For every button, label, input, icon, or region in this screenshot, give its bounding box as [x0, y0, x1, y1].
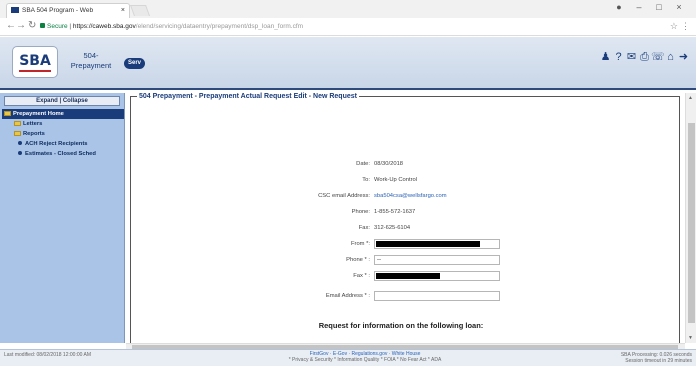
sidebar-item-label: Prepayment Home: [13, 111, 64, 117]
email-input-label: Email Address * :: [325, 293, 370, 299]
app-name: 504- Prepayment: [58, 51, 124, 71]
app-name-line2: Prepayment: [70, 61, 112, 70]
date-label: Date:: [356, 161, 370, 167]
user-icon[interactable]: ♟: [599, 50, 612, 63]
bullet-icon: [18, 151, 22, 156]
account-icon[interactable]: ●: [610, 2, 630, 12]
sidebar-item-ach-reject-recipients[interactable]: ACH Reject Recipients: [2, 139, 124, 149]
bullet-icon: [18, 141, 22, 146]
sidebar-item-prepayment-home[interactable]: Prepayment Home: [2, 109, 124, 119]
scroll-up-icon[interactable]: ▲: [688, 95, 693, 101]
scroll-thumb[interactable]: [688, 123, 695, 323]
form-legend: 504 Prepayment - Prepayment Actual Reque…: [139, 93, 357, 100]
phone-input[interactable]: --: [374, 255, 500, 265]
footer-status: SBA Processing: 0.026 seconds Session ti…: [621, 352, 692, 364]
session-timeout: Session timeout in 29 minutes: [625, 358, 692, 364]
close-icon[interactable]: ×: [670, 2, 690, 12]
email-input-row: Email Address * :: [126, 291, 676, 301]
to-label: To:: [362, 177, 370, 183]
fax-input[interactable]: [374, 271, 500, 281]
phone-value: 1-855-572-1637: [374, 209, 416, 215]
print-icon[interactable]: ⎙: [638, 51, 651, 64]
fax-row: Fax: 312-625-6104: [126, 223, 676, 233]
browser-titlebar: SBA 504 Program - Web × ● – □ ×: [0, 0, 696, 18]
lock-icon: [40, 23, 45, 28]
url-host: https://caweb.sba.gov: [72, 23, 136, 30]
tab-close-icon[interactable]: ×: [121, 4, 125, 18]
sba-favicon-icon: [11, 7, 19, 14]
app-header: SBA 504- Prepayment Serv ♟? ✉ ⎙ ☏ ⌂ ➜: [0, 37, 696, 90]
csc-email-link[interactable]: sba504csa@wellsfargo.com: [374, 191, 447, 201]
browser-toolbar: ← → ↻ Secure | https://caweb.sba.gov/ele…: [0, 18, 696, 36]
to-row: To: Work-Up Control: [126, 175, 676, 185]
folder-icon: [4, 110, 11, 116]
help-icon[interactable]: ?: [612, 51, 625, 63]
address-bar[interactable]: Secure | https://caweb.sba.gov/elend/ser…: [40, 20, 600, 34]
sidebar-item-label: Reports: [23, 131, 45, 137]
forward-arrow-icon[interactable]: →: [16, 20, 26, 31]
sidebar-item-label: ACH Reject Recipients: [25, 141, 88, 147]
minimize-icon[interactable]: –: [630, 2, 650, 12]
app-name-line1: 504-: [83, 51, 99, 60]
nav-tree: Prepayment Home Letters Reports ACH Reje…: [2, 109, 124, 159]
logout-icon[interactable]: ➜: [677, 50, 690, 63]
header-icon-bar: ♟? ✉ ⎙ ☏ ⌂ ➜: [599, 50, 690, 64]
request-fieldset: 504 Prepayment - Prepayment Actual Reque…: [130, 93, 680, 343]
last-modified-text: Last modified: 08/02/2018 12:00:00 AM: [4, 352, 92, 358]
secure-label: Secure: [47, 23, 68, 30]
window-controls: ● – □ ×: [610, 2, 690, 12]
folder-icon: [14, 120, 21, 126]
vertical-scrollbar[interactable]: ▲ ▼: [685, 93, 696, 343]
folder-icon: [14, 130, 21, 136]
expand-link[interactable]: Expand: [36, 98, 58, 104]
redacted-block: [376, 241, 480, 247]
phone-row: Phone: 1-855-572-1637: [126, 207, 676, 217]
phone-icon[interactable]: ☏: [651, 50, 665, 63]
to-value: Work-Up Control: [374, 177, 418, 183]
browser-menu-icon[interactable]: ⋮: [681, 21, 690, 32]
new-tab-button[interactable]: [129, 5, 151, 16]
bookmark-star-icon[interactable]: ☆: [670, 21, 678, 32]
sidebar-item-estimates-closed-sched[interactable]: Estimates - Closed Sched: [2, 149, 124, 159]
maximize-icon[interactable]: □: [650, 2, 670, 12]
fax-value: 312-625-6104: [374, 225, 411, 231]
footer-links-line2[interactable]: * Privacy & Security * Information Quali…: [280, 357, 450, 363]
page-footer: Last modified: 08/02/2018 12:00:00 AM Fi…: [0, 349, 696, 366]
scroll-down-icon[interactable]: ▼: [688, 335, 693, 341]
from-row: From *:: [126, 239, 676, 249]
back-arrow-icon[interactable]: ←: [6, 20, 16, 31]
date-row: Date: 08/30/2018: [126, 159, 676, 169]
email-input[interactable]: [374, 291, 500, 301]
collapse-link[interactable]: Collapse: [63, 98, 88, 104]
from-input[interactable]: [374, 239, 500, 249]
phone-input-row: Phone * : --: [126, 255, 676, 265]
chat-icon[interactable]: ✉: [625, 50, 638, 63]
fax-label: Fax:: [358, 225, 370, 231]
sidebar-item-label: Letters: [23, 121, 43, 127]
sidebar-item-label: Estimates - Closed Sched: [25, 151, 96, 157]
sidebar-item-reports[interactable]: Reports: [2, 129, 124, 139]
phone-label: Phone:: [351, 209, 370, 215]
sba-logo[interactable]: SBA: [12, 46, 58, 78]
expand-collapse-bar: Expand | Collapse: [4, 96, 120, 106]
reload-icon[interactable]: ↻: [28, 20, 36, 31]
csc-email-label: CSC email Address:: [318, 193, 370, 199]
sidebar: Expand | Collapse Prepayment Home Letter…: [0, 93, 125, 343]
fax-input-row: Fax * :: [126, 271, 676, 281]
redacted-block: [376, 273, 440, 279]
csc-email-row: CSC email Address: sba504csa@wellsfargo.…: [126, 191, 676, 201]
home-icon[interactable]: ⌂: [664, 51, 677, 63]
footer-links: FirstGov · E-Gov · Regulations.gov · Whi…: [280, 351, 450, 363]
date-value: 08/30/2018: [374, 161, 404, 167]
sidebar-item-letters[interactable]: Letters: [2, 119, 124, 129]
url-path: /elend/servicing/dataentry/prepayment/ds…: [135, 23, 304, 30]
phone-input-label: Phone * :: [346, 257, 370, 263]
loan-request-heading: Request for information on the following…: [318, 321, 484, 330]
serv-badge: Serv: [124, 58, 145, 69]
tab-title: SBA 504 Program - Web: [22, 7, 94, 14]
main-content: 504 Prepayment - Prepayment Actual Reque…: [126, 93, 684, 343]
from-label: From *:: [350, 241, 370, 247]
browser-tab[interactable]: SBA 504 Program - Web ×: [6, 3, 130, 18]
fax-input-label: Fax * :: [353, 273, 370, 279]
